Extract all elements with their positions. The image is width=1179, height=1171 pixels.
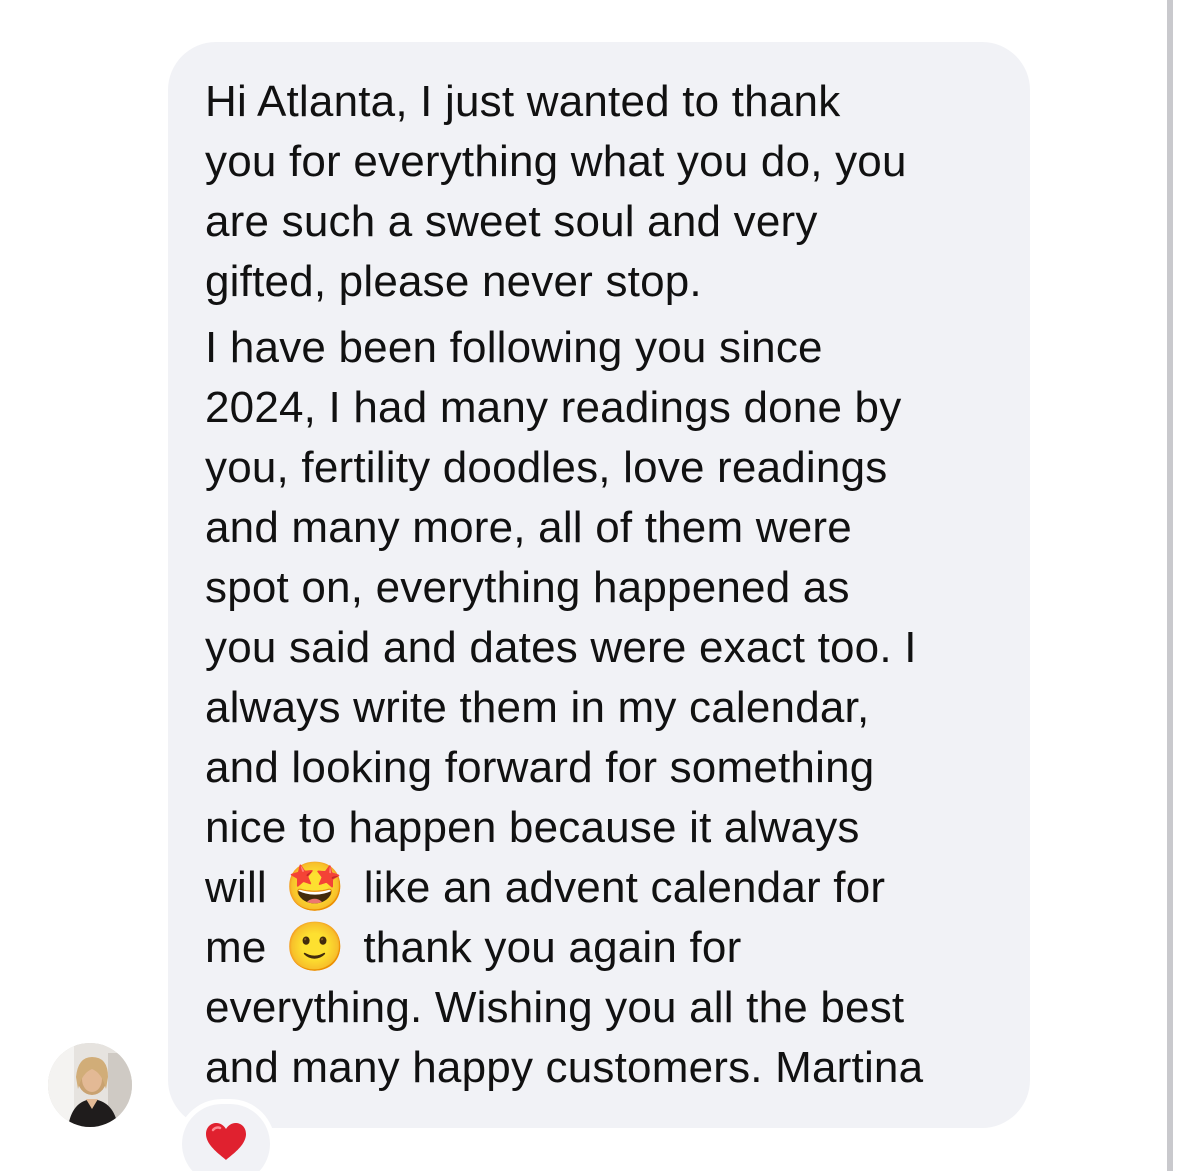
message-bubble[interactable]: Hi Atlanta, I just wanted to thank you f… — [168, 42, 1030, 1128]
reaction-badge[interactable] — [182, 1104, 270, 1171]
scrollbar[interactable] — [1167, 0, 1173, 1171]
line-text-before: will — [205, 863, 267, 912]
line-text-after: thank you again for — [363, 923, 742, 972]
line-text-after: like an advent calendar for — [363, 863, 886, 912]
message-line: and many more, all of them were — [205, 503, 852, 552]
message-line: everything. Wishing you all the best — [205, 983, 905, 1032]
message-line: and many happy customers. Martina — [205, 1043, 924, 1092]
message-line-with-emoji: will 🤩 like an advent calendar for — [205, 858, 1025, 918]
message-line: you said and dates were exact too. I — [205, 623, 917, 672]
sender-avatar[interactable] — [48, 1043, 132, 1127]
message-line: nice to happen because it always — [205, 803, 860, 852]
message-line: 2024, I had many readings done by — [205, 383, 902, 432]
line-text-before: me — [205, 923, 267, 972]
message-paragraph-2: I have been following you since 2024, I … — [205, 318, 1025, 1098]
message-line: are such a sweet soul and very — [205, 197, 818, 246]
slightly-smiling-face-emoji-icon: 🙂 — [284, 921, 345, 974]
message-line-with-emoji: me 🙂 thank you again for — [205, 918, 1025, 978]
message-line: you, fertility doodles, love readings — [205, 443, 888, 492]
message-paragraph-1: Hi Atlanta, I just wanted to thank you f… — [205, 72, 1025, 312]
message-line: and looking forward for something — [205, 743, 875, 792]
message-line: always write them in my calendar, — [205, 683, 870, 732]
profile-photo-avatar — [48, 1043, 132, 1127]
message-line: spot on, everything happened as — [205, 563, 850, 612]
message-line: I have been following you since — [205, 323, 823, 372]
red-heart-icon — [206, 1123, 246, 1160]
chat-view: Hi Atlanta, I just wanted to thank you f… — [0, 0, 1179, 1171]
message-line: you for everything what you do, you — [205, 137, 907, 186]
message-line: gifted, please never stop. — [205, 257, 702, 306]
message-line: Hi Atlanta, I just wanted to thank — [205, 77, 841, 126]
star-struck-emoji-icon: 🤩 — [285, 861, 346, 914]
